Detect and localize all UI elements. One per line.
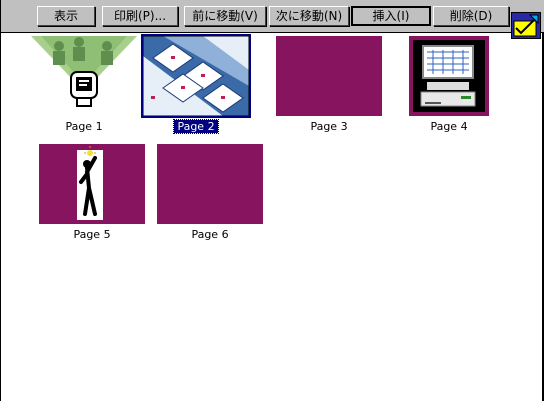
thumbnail-label: Page 6: [191, 228, 229, 241]
move-previous-button[interactable]: 前に移動(V): [184, 6, 266, 26]
blank-purple-image: [157, 144, 263, 224]
figure-with-lightbulb-image: [39, 144, 145, 224]
move-next-button[interactable]: 次に移動(N): [269, 6, 349, 26]
delete-button[interactable]: 削除(D): [433, 6, 509, 26]
slide-thumbnails: Page 1 Page 2 Page 3 Page 4 Page 5 Page …: [1, 34, 541, 401]
thumbnail-label: Page 2: [173, 119, 219, 134]
thumbnail-label: Page 3: [310, 120, 348, 133]
computer-image: [409, 36, 489, 116]
view-button[interactable]: 表示: [37, 6, 95, 26]
blank-purple-image: [276, 36, 382, 116]
thumbnail-label: Page 4: [430, 120, 468, 133]
tiled-documents-image: [141, 34, 251, 118]
print-button[interactable]: 印刷(P)...: [102, 6, 178, 26]
thumbnail-label: Page 5: [73, 228, 111, 241]
toolbar: 表示 印刷(P)... 前に移動(V) 次に移動(N) 挿入(I) 削除(D): [1, 0, 544, 33]
page-sorter-window: 表示 印刷(P)... 前に移動(V) 次に移動(N) 挿入(I) 削除(D): [0, 0, 544, 401]
insert-button[interactable]: 挿入(I): [351, 6, 431, 26]
people-computer-spotlight-image: [31, 36, 137, 116]
thumbnail-label: Page 1: [65, 120, 103, 133]
